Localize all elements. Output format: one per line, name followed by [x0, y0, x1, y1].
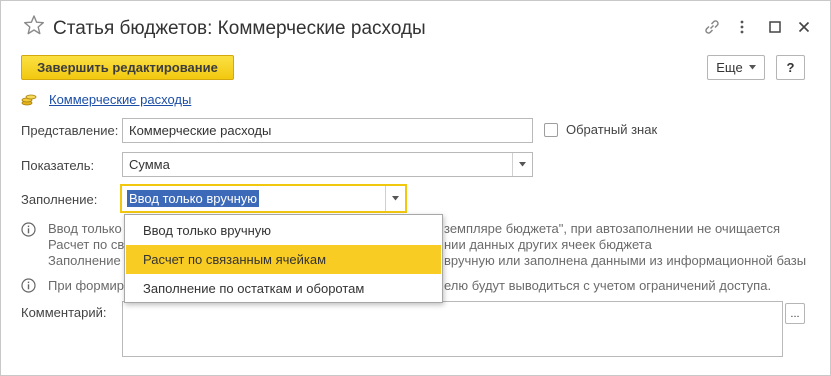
- representation-label: Представление:: [21, 123, 119, 138]
- form-window: Статья бюджетов: Коммерческие расходы За…: [0, 0, 831, 376]
- comment-edit-button[interactable]: ...: [785, 303, 805, 324]
- indicator-label: Показатель:: [21, 158, 95, 173]
- representation-field[interactable]: Коммерческие расходы: [122, 118, 533, 143]
- dropdown-item[interactable]: Ввод только вручную: [126, 216, 441, 245]
- filling-label: Заполнение:: [21, 192, 98, 207]
- indicator-value: Сумма: [129, 157, 170, 172]
- indicator-field[interactable]: Сумма: [122, 152, 533, 177]
- dropdown-item[interactable]: Заполнение по остаткам и оборотам: [126, 274, 441, 303]
- info-line-2: Расчет по св: [48, 237, 125, 252]
- chevron-down-icon: [519, 162, 526, 167]
- chevron-down-icon: [392, 196, 399, 201]
- reverse-sign-checkbox[interactable]: [544, 123, 558, 137]
- filling-value: Ввод только вручную: [127, 190, 260, 207]
- help-button[interactable]: ?: [776, 55, 805, 80]
- finish-editing-button[interactable]: Завершить редактирование: [21, 55, 234, 80]
- info-line-1-tail: земпляре бюджета", при автозаполнении не…: [444, 221, 781, 236]
- comment-label: Комментарий:: [21, 305, 107, 320]
- access-info-line: При формир: [48, 278, 125, 293]
- filling-dropdown-list: Ввод только вручную Расчет по связанным …: [124, 214, 443, 303]
- link-icon[interactable]: [702, 17, 722, 37]
- reverse-sign-label[interactable]: Обратный знак: [566, 122, 657, 137]
- info-line-3-tail: вручную или заполнена данными из информа…: [444, 253, 807, 268]
- more-button[interactable]: Еще: [707, 55, 765, 80]
- indicator-dropdown-button[interactable]: [512, 153, 532, 176]
- title-bar: Статья бюджетов: Коммерческие расходы: [1, 1, 830, 47]
- dropdown-item[interactable]: Расчет по связанным ячейкам: [126, 245, 441, 274]
- star-icon[interactable]: [23, 14, 45, 36]
- breadcrumb-link[interactable]: Коммерческие расходы: [49, 92, 191, 107]
- representation-value: Коммерческие расходы: [129, 123, 272, 138]
- access-info-line-tail: елю будут выводиться с учетом ограничени…: [444, 278, 772, 293]
- info-line-2-tail: нии данных других ячеек бюджета: [444, 237, 652, 252]
- close-icon[interactable]: [794, 17, 814, 37]
- filling-field[interactable]: Ввод только вручную: [120, 184, 407, 213]
- more-button-label: Еще: [716, 60, 743, 75]
- info-icon: [21, 278, 36, 293]
- chevron-down-icon: [748, 65, 756, 70]
- comment-textarea[interactable]: [122, 301, 783, 357]
- filling-dropdown-button[interactable]: [385, 186, 405, 211]
- info-line-3: Заполнение: [48, 253, 121, 268]
- maximize-icon[interactable]: [765, 17, 785, 37]
- window-title: Статья бюджетов: Коммерческие расходы: [53, 18, 426, 39]
- more-vert-icon[interactable]: [732, 17, 752, 37]
- info-icon: [21, 222, 36, 237]
- info-line-1: Ввод только: [48, 221, 122, 236]
- coins-icon: [21, 94, 37, 106]
